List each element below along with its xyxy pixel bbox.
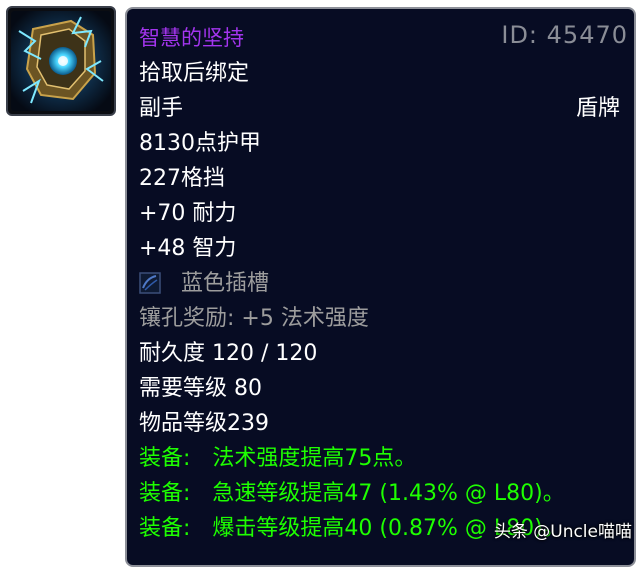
item-tooltip: 智慧的坚持 ID: 45470 拾取后绑定 副手 盾牌 8130点护甲 227格… (125, 7, 636, 567)
equip-text: 法术强度提高75点。 (212, 446, 417, 471)
item-shield-icon (11, 11, 111, 111)
equip-label: 装备: (139, 481, 191, 506)
socket-label: 蓝色插槽 (181, 271, 270, 296)
equip-label: 装备: (139, 516, 191, 541)
item-icon-frame[interactable] (6, 6, 116, 116)
intellect-stat: +48 智力 (139, 236, 237, 261)
item-type: 盾牌 (575, 96, 620, 121)
item-level: 物品等级239 (139, 411, 269, 436)
block-stat: 227格挡 (139, 166, 225, 191)
bind-type: 拾取后绑定 (139, 61, 250, 86)
equip-effect: 装备: 法术强度提高75点。 (139, 444, 622, 474)
socket-bonus: 镶孔奖励: +5 法术强度 (139, 306, 369, 331)
armor-stat: 8130点护甲 (139, 131, 261, 156)
durability: 耐久度 120 / 120 (139, 341, 318, 366)
stamina-stat: +70 耐力 (139, 201, 237, 226)
watermark: 头条 @Uncle喵喵 (493, 522, 632, 542)
blue-socket-icon (139, 272, 161, 294)
item-slot: 副手 (139, 96, 184, 121)
item-id: ID: 45470 (501, 21, 628, 49)
equip-effect: 装备: 急速等级提高47 (1.43% @ L80)。 (139, 479, 622, 509)
required-level: 需要等级 80 (139, 376, 262, 401)
slot-row: 副手 盾牌 (139, 94, 622, 124)
equip-label: 装备: (139, 446, 191, 471)
equip-text: 急速等级提高47 (1.43% @ L80)。 (212, 481, 565, 506)
socket-row: 蓝色插槽 (139, 269, 622, 299)
